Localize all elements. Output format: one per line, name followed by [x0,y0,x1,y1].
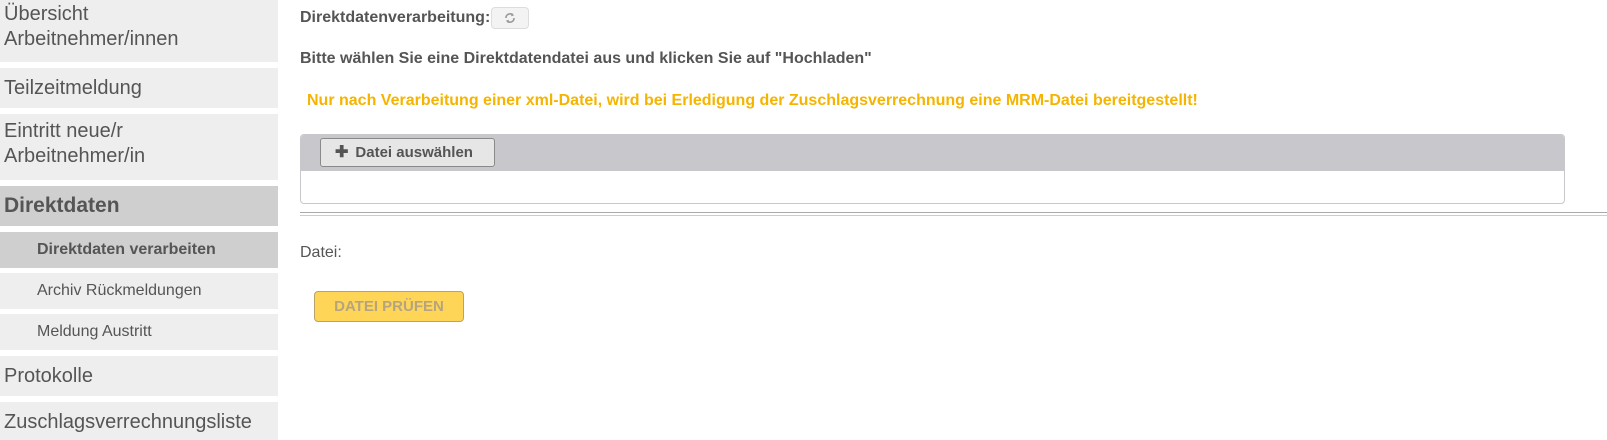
file-label: Datei: [300,244,342,261]
sidebar-item-label: Direktdaten verarbeiten [37,241,216,258]
sidebar-item-teilzeitmeldung[interactable]: Teilzeitmeldung [0,68,278,108]
file-upload-panel: ✚ Datei auswählen [300,134,1565,204]
sidebar-item-label: Übersicht [4,3,89,25]
sidebar-item-protokolle[interactable]: Protokolle [0,356,278,396]
sidebar-item-label: Direktdaten [4,194,120,217]
sidebar-item-label: Meldung Austritt [37,323,152,340]
sidebar-item-label: Protokolle [4,365,93,387]
page-title: Direktdatenverarbeitung: [300,9,491,26]
page-header: Direktdatenverarbeitung: [300,7,530,29]
choose-file-label: Datei auswählen [355,144,473,161]
sidebar-item-zuschlagsverrechnungsliste[interactable]: Zuschlagsverrechnungsliste [0,402,278,440]
upload-toolbar: ✚ Datei auswählen [301,135,1564,171]
choose-file-button[interactable]: ✚ Datei auswählen [320,138,495,167]
sidebar-item-archiv-rueckmeldungen[interactable]: Archiv Rückmeldungen [0,273,278,309]
sidebar-item-label-line2: Arbeitnehmer/in [4,145,146,167]
sidebar-item-eintritt[interactable]: Eintritt neue/r Arbeitnehmer/in [0,114,278,180]
file-drop-area[interactable] [301,171,1564,203]
sidebar-item-label: Teilzeitmeldung [4,77,142,99]
sidebar-item-direktdaten-verarbeiten[interactable]: Direktdaten verarbeiten [0,232,278,268]
sidebar-item-direktdaten[interactable]: Direktdaten [0,186,278,226]
sidebar-item-label: Eintritt neue/r [4,120,123,142]
warning-text: Nur nach Verarbeitung einer xml-Datei, w… [307,92,1198,109]
refresh-button[interactable] [491,7,530,29]
divider [300,212,1607,216]
sidebar-item-label: Zuschlagsverrechnungsliste [4,411,252,433]
sidebar-item-uebersicht-arbeitnehmer[interactable]: Übersicht Arbeitnehmer/innen [0,0,278,62]
refresh-icon [505,13,516,23]
page: Übersicht Arbeitnehmer/innen Teilzeitmel… [0,0,1607,440]
check-file-button[interactable]: DATEI PRÜFEN [314,291,464,322]
sidebar-item-label-line2: Arbeitnehmer/innen [4,28,179,50]
sidebar-item-meldung-austritt[interactable]: Meldung Austritt [0,314,278,350]
sidebar-item-label: Archiv Rückmeldungen [37,282,202,299]
plus-icon: ✚ [335,143,349,161]
instruction-text: Bitte wählen Sie eine Direktdatendatei a… [300,50,872,67]
